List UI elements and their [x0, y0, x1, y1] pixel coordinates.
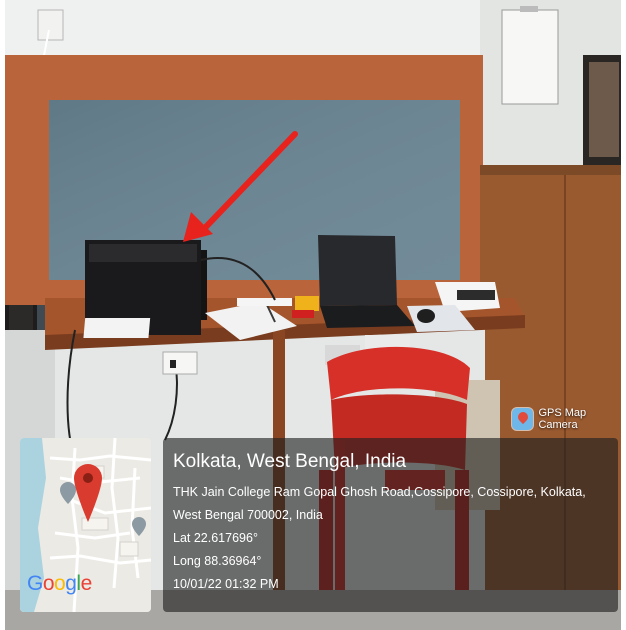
google-logo-letter: g [65, 572, 77, 595]
map-pin-icon [512, 408, 534, 430]
google-logo-letter: e [80, 572, 93, 595]
gps-map-camera-badge: GPS Map Camera [512, 404, 626, 434]
datetime-text: 10/01/22 01:32 PM [173, 577, 279, 591]
latitude-text: Lat 22.617696° [173, 531, 258, 545]
location-info-panel: Kolkata, West Bengal, India THK Jain Col… [163, 438, 618, 612]
switch-board [37, 9, 64, 41]
whiteboard [501, 9, 559, 105]
google-logo-letter: o [42, 572, 55, 595]
app-name-label: GPS Map Camera [538, 407, 587, 431]
address-line-2: West Bengal 700002, India [173, 508, 323, 522]
mini-map: Google [20, 438, 151, 612]
wall-socket [162, 351, 198, 375]
google-logo-letter: G [27, 572, 43, 595]
google-logo: Google [27, 572, 92, 596]
location-overlay: Google Kolkata, West Bengal, India THK J… [20, 438, 618, 612]
address-line-1: THK Jain College Ram Gopal Ghosh Road,Co… [173, 485, 586, 499]
longitude-text: Long 88.36964° [173, 554, 262, 568]
google-logo-letter: o [54, 572, 66, 595]
location-title: Kolkata, West Bengal, India [173, 451, 407, 472]
mouse [417, 309, 435, 323]
laptop [318, 235, 397, 306]
